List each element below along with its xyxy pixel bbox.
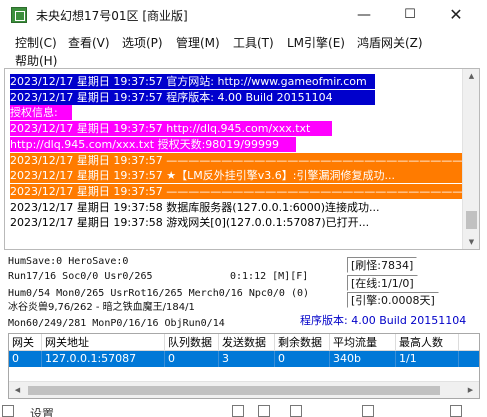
toolbar-icon[interactable]	[290, 405, 302, 417]
menu-manage[interactable]: 管理(M)	[176, 34, 220, 51]
scroll-up-icon[interactable]: ▲	[463, 69, 479, 83]
table-horizontal-scrollbar[interactable]: ◀ ▶	[9, 381, 479, 398]
refresh-monster-counter: [刷怪:7834]	[347, 257, 418, 273]
status-panel: HumSave:0 HeroSave:0 Run17/16 Soc0/0 Usr…	[4, 252, 480, 330]
toolbar-icon[interactable]	[362, 405, 374, 417]
scroll-thumb[interactable]	[28, 386, 440, 395]
version-label: 程序版本: 4.00 Build 20151104	[300, 314, 467, 327]
log-line: 2023/12/17 星期日 19:37:57 ————————————————…	[10, 152, 469, 168]
menu-tools[interactable]: 工具(T)	[233, 34, 274, 51]
scroll-thumb[interactable]	[466, 211, 477, 229]
bottom-toolbar: 设置	[0, 403, 487, 417]
column-header[interactable]: 平均流量	[330, 334, 396, 351]
column-header[interactable]: 队列数据	[165, 334, 219, 351]
log-line: 授权信息:	[10, 105, 72, 121]
toolbar-icon[interactable]	[450, 405, 462, 417]
status-save: HumSave:0 HeroSave:0	[8, 256, 129, 267]
log-vertical-scrollbar[interactable]: ▲ ▼	[462, 69, 479, 249]
table-header: 网关 网关地址 队列数据 发送数据 剩余数据 平均流量 最高人数	[9, 334, 479, 351]
table-cell: 1/1	[396, 351, 459, 367]
column-header[interactable]: 最高人数	[396, 334, 459, 351]
column-header[interactable]: 网关	[9, 334, 42, 351]
table-cell: 0	[275, 351, 330, 367]
status-boss: 冰谷炎兽9,76/262 - 暗之铁血魔王/184/1	[8, 302, 195, 313]
title-bar[interactable]: 未央幻想17号01区 [商业版] — ☐ ✕	[0, 0, 487, 30]
table-cell: 3	[219, 351, 275, 367]
table-cell: 0	[9, 351, 42, 367]
status-monsters: Mon60/249/281 MonP0/16/16 ObjRun0/14	[8, 318, 225, 329]
table-row[interactable]: 0 127.0.0.1:57087 0 3 0 340b 1/1	[9, 351, 479, 367]
settings-icon[interactable]	[2, 405, 14, 417]
status-uptime: 0:1:12 [M][F]	[230, 271, 309, 282]
toolbar-icon[interactable]	[258, 405, 270, 417]
log-line: 2023/12/17 星期日 19:37:58 游戏网关[0](127.0.0.…	[10, 215, 469, 231]
toolbar-icon[interactable]	[232, 405, 244, 417]
log-line: 2023/12/17 星期日 19:37:57 ★【LM反外挂引擎v3.6】:引…	[10, 168, 469, 184]
maximize-button[interactable]: ☐	[387, 0, 433, 30]
menu-help[interactable]: 帮助(H)	[15, 52, 57, 69]
close-button[interactable]: ✕	[433, 0, 479, 30]
window-title: 未央幻想17号01区 [商业版]	[36, 9, 188, 23]
menu-bar: 控制(C) 查看(V) 选项(P) 管理(M) 工具(T) LM引擎(E) 鸿盾…	[0, 30, 487, 68]
settings-label[interactable]: 设置	[30, 405, 54, 417]
app-icon	[11, 7, 27, 23]
column-header[interactable]: 发送数据	[219, 334, 275, 351]
log-line: http://dlq.945.com/xxx.txt 授权天数:98019/99…	[10, 136, 296, 152]
scroll-right-icon[interactable]: ▶	[462, 382, 479, 398]
minimize-button[interactable]: —	[341, 0, 387, 30]
menu-view[interactable]: 查看(V)	[68, 34, 110, 51]
log-line: 2023/12/17 星期日 19:37:57 官方网站: http://www…	[10, 74, 375, 89]
scroll-down-icon[interactable]: ▼	[463, 235, 479, 249]
table-cell: 340b	[330, 351, 396, 367]
status-run: Run17/16 Soc0/0 Usr0/265	[8, 271, 153, 282]
log-line: 2023/12/17 星期日 19:37:58 数据库服务器(127.0.0.1…	[10, 199, 469, 215]
status-objects: Hum0/54 Mon0/265 UsrRot16/265 Merch0/16 …	[8, 288, 310, 299]
column-header[interactable]: 剩余数据	[275, 334, 330, 351]
column-header[interactable]: 网关地址	[42, 334, 165, 351]
menu-control[interactable]: 控制(C)	[15, 34, 57, 51]
log-panel[interactable]: 2023/12/17 星期日 19:37:57 官方网站: http://www…	[4, 68, 480, 250]
engine-counter: [引擎:0.0008天]	[347, 292, 439, 308]
log-line: 2023/12/17 星期日 19:37:57 ————————————————…	[10, 183, 469, 199]
table-cell: 127.0.0.1:57087	[42, 351, 165, 367]
online-counter: [在线:1/1/0]	[347, 275, 418, 291]
menu-lm-engine[interactable]: LM引擎(E)	[287, 34, 345, 51]
gateway-table[interactable]: 网关 网关地址 队列数据 发送数据 剩余数据 平均流量 最高人数 0 127.0…	[8, 333, 480, 399]
menu-options[interactable]: 选项(P)	[122, 34, 163, 51]
log-line: 2023/12/17 星期日 19:37:57 http://dlq.945.c…	[10, 121, 332, 137]
log-line: 2023/12/17 星期日 19:37:57 程序版本: 4.00 Build…	[10, 89, 375, 105]
scroll-left-icon[interactable]: ◀	[9, 382, 26, 398]
table-cell: 0	[165, 351, 219, 367]
menu-hongdun-gateway[interactable]: 鸿盾网关(Z)	[357, 34, 423, 51]
